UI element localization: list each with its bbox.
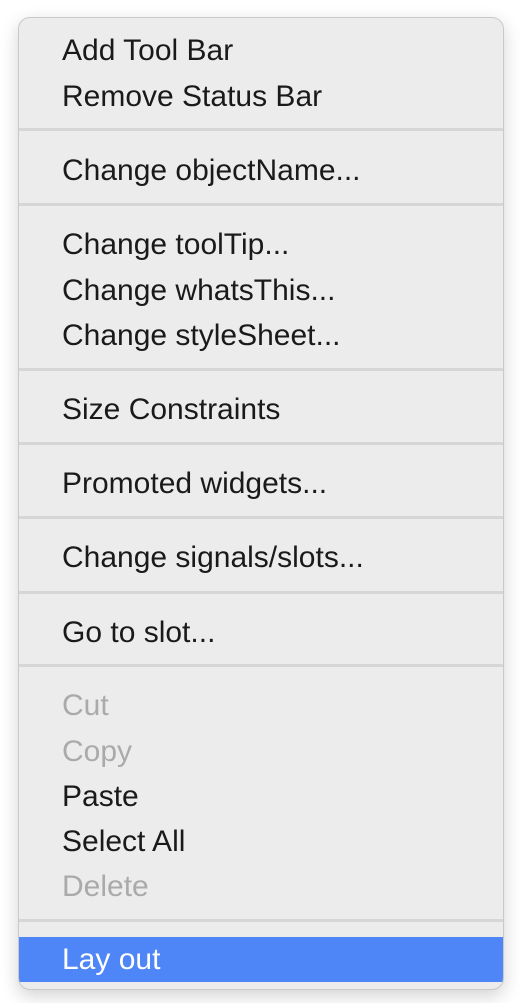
context-menu: Add Tool Bar Remove Status Bar Change ob… [18,17,504,990]
menu-item-go-to-slot[interactable]: Go to slot... [19,610,503,655]
menu-item-change-stylesheet[interactable]: Change styleSheet... [19,313,503,358]
menu-separator [19,128,503,131]
menu-separator [19,442,503,445]
menu-separator [19,368,503,371]
menu-item-change-whatsthis[interactable]: Change whatsThis... [19,268,503,313]
menu-item-add-tool-bar[interactable]: Add Tool Bar [19,28,503,73]
menu-separator [19,664,503,667]
menu-separator [19,919,503,922]
menu-item-paste[interactable]: Paste [19,774,503,819]
menu-item-promoted-widgets[interactable]: Promoted widgets... [19,461,503,506]
menu-item-lay-out[interactable]: Lay out [19,937,503,982]
menu-item-change-signals-slots[interactable]: Change signals/slots... [19,535,503,580]
menu-item-remove-status-bar[interactable]: Remove Status Bar [19,74,503,119]
menu-item-change-tooltip[interactable]: Change toolTip... [19,222,503,267]
menu-item-change-objectname[interactable]: Change objectName... [19,148,503,193]
menu-item-cut: Cut [62,689,109,722]
menu-item-copy: Copy [62,735,133,768]
menu-separator [19,591,503,594]
menu-item-size-constraints[interactable]: Size Constraints [19,387,503,432]
menu-separator [19,516,503,519]
menu-item-delete: Delete [62,870,149,903]
menu-item-select-all[interactable]: Select All [19,819,503,864]
menu-separator [19,203,503,206]
